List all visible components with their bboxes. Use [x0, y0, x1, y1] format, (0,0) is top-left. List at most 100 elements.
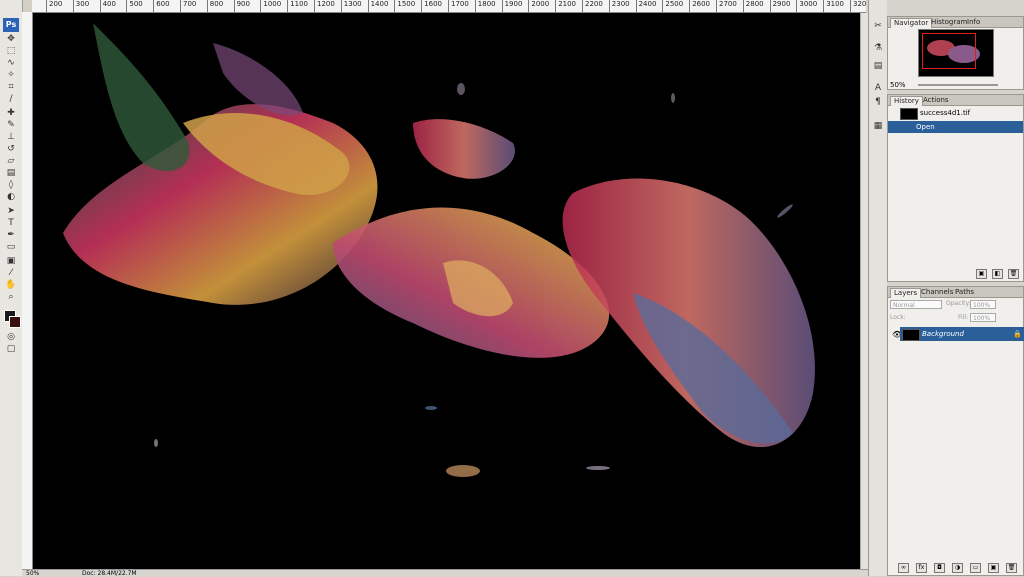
new-layer-icon[interactable]: ▣: [988, 563, 999, 573]
adjustment-layer-icon[interactable]: ◑: [952, 563, 963, 573]
layer-thumbnail: [902, 329, 920, 341]
tool-presets-icon[interactable]: ⚗: [872, 42, 884, 54]
brushes-icon[interactable]: ✂: [872, 20, 884, 32]
lasso-icon[interactable]: ∿: [4, 58, 18, 68]
ruler-tick: 1400: [367, 0, 388, 12]
snapshot-label: success4d1.tif: [920, 109, 971, 117]
layer-row-background[interactable]: Background 🔒: [900, 327, 1024, 341]
fill-label: Fill:: [958, 314, 969, 321]
snapshot-thumbnail: [900, 108, 918, 120]
opacity-input[interactable]: 100%: [970, 300, 996, 309]
history-state-open[interactable]: Open: [888, 121, 1023, 133]
ruler-tick: 2800: [742, 0, 764, 12]
ruler-tick: 200: [46, 0, 62, 12]
eyedropper-icon[interactable]: ⁄: [4, 268, 18, 278]
slice-icon[interactable]: ∕: [4, 94, 18, 104]
move-icon[interactable]: ✥: [4, 34, 18, 44]
marquee-icon[interactable]: ⬚: [4, 46, 18, 56]
stamp-icon[interactable]: ⊥: [4, 132, 18, 142]
layer-style-icon[interactable]: fx: [916, 563, 927, 573]
tab-layers[interactable]: Layers: [890, 288, 922, 298]
history-state-label: Open: [916, 123, 935, 131]
tab-paths[interactable]: Paths: [952, 288, 977, 297]
ruler-tick: 2600: [689, 0, 710, 12]
wand-icon[interactable]: ✧: [4, 70, 18, 80]
lock-label: Lock:: [890, 314, 906, 321]
navigator-zoom[interactable]: 50%: [890, 81, 906, 89]
layer-mask-icon[interactable]: ◘: [934, 563, 945, 573]
vertical-ruler[interactable]: [22, 12, 33, 572]
screen-mode-icon[interactable]: ▢: [4, 344, 18, 354]
quick-mask-icon[interactable]: ◎: [4, 332, 18, 342]
ruler-tick: 2300: [608, 0, 630, 12]
paragraph-icon[interactable]: ¶: [872, 96, 884, 108]
ruler-tick: 3100: [823, 0, 844, 12]
ruler-tick: 400: [99, 0, 116, 12]
new-snapshot-icon[interactable]: ◧: [992, 269, 1003, 279]
ruler-tick: 1000: [260, 0, 281, 12]
healing-icon[interactable]: ✚: [4, 108, 18, 118]
fill-input[interactable]: 100%: [970, 313, 996, 322]
ruler-tick: 2000: [528, 0, 549, 12]
tab-history[interactable]: History: [890, 96, 923, 106]
history-brush-icon[interactable]: ↺: [4, 144, 18, 154]
history-snapshot[interactable]: success4d1.tif: [888, 107, 1023, 120]
pen-icon[interactable]: ✒: [4, 230, 18, 240]
type-icon[interactable]: T: [4, 218, 18, 228]
ruler-tick: 1700: [448, 0, 469, 12]
delete-layer-icon[interactable]: 🗑: [1006, 563, 1017, 573]
toolbox: Ps ✥ ⬚ ∿ ✧ ⌗ ∕ ✚ ✎ ⊥ ↺ ▱ ▤ ◊ ◐ ➤ T ✒ ▭ ▣…: [0, 0, 23, 576]
blur-icon[interactable]: ◊: [4, 180, 18, 190]
shape-icon[interactable]: ▭: [4, 242, 18, 252]
zoom-slider[interactable]: [918, 84, 998, 86]
ruler-tick: 800: [206, 0, 223, 12]
ruler-tick: 300: [72, 0, 89, 12]
navigator-view-box[interactable]: [922, 33, 976, 69]
lock-icon: 🔒: [1013, 330, 1022, 338]
ruler-tick: 2200: [582, 0, 603, 12]
history-panel: History Actions success4d1.tif Open ▣ ◧ …: [887, 94, 1024, 282]
ruler-tick: 2700: [716, 0, 737, 12]
navigator-thumbnail[interactable]: [918, 29, 994, 77]
zoom-icon[interactable]: ⌕: [4, 292, 18, 302]
gradient-icon[interactable]: ▤: [4, 168, 18, 178]
ruler-tick: 3200: [850, 0, 866, 12]
link-layers-icon[interactable]: ∞: [898, 563, 909, 573]
layer-comps-icon[interactable]: ▤: [872, 60, 884, 72]
hand-icon[interactable]: ✋: [4, 280, 18, 290]
new-document-from-state-icon[interactable]: ▣: [976, 269, 987, 279]
background-color-swatch[interactable]: [9, 316, 21, 328]
navigator-panel: Navigator Histogram Info 50%: [887, 16, 1024, 90]
dodge-icon[interactable]: ◐: [4, 192, 18, 202]
ruler-tick: 2400: [635, 0, 656, 12]
layers-panel: Layers Channels Paths Normal Opacity: 10…: [887, 286, 1024, 576]
ruler-tick: 1500: [394, 0, 415, 12]
horizontal-ruler[interactable]: 200 300 400 500 600 700 800 900 1000 1100 1200 1300…: [32, 0, 866, 13]
photoshop-logo[interactable]: Ps: [3, 18, 19, 32]
ruler-tick: 2100: [555, 0, 576, 12]
tab-navigator[interactable]: Navigator: [890, 18, 933, 28]
trash-icon[interactable]: 🗑: [1008, 269, 1019, 279]
notes-icon[interactable]: ▣: [4, 256, 18, 266]
ruler-tick: 1100: [287, 0, 308, 12]
layer-name: Background: [922, 330, 964, 338]
brush-icon[interactable]: ✎: [4, 120, 18, 130]
ruler-tick: 1800: [474, 0, 496, 12]
blend-mode-select[interactable]: Normal: [890, 300, 942, 309]
ruler-tick: 2500: [662, 0, 683, 12]
tab-channels[interactable]: Channels: [918, 288, 956, 297]
ruler-tick: 2900: [769, 0, 790, 12]
ruler-tick: 1600: [421, 0, 442, 12]
tab-info[interactable]: Info: [964, 18, 983, 27]
eraser-icon[interactable]: ▱: [4, 156, 18, 166]
panel-column: Navigator Histogram Info 50% History Act…: [887, 0, 1024, 576]
info-panel-icon[interactable]: ▦: [872, 120, 884, 132]
ruler-tick: 600: [153, 0, 170, 12]
document-canvas[interactable]: [33, 13, 860, 569]
ruler-tick: 1900: [501, 0, 522, 12]
character-icon[interactable]: A: [872, 82, 884, 94]
path-select-icon[interactable]: ➤: [4, 206, 18, 216]
crop-icon[interactable]: ⌗: [4, 82, 18, 92]
tab-actions[interactable]: Actions: [920, 96, 952, 105]
new-group-icon[interactable]: ▭: [970, 563, 981, 573]
